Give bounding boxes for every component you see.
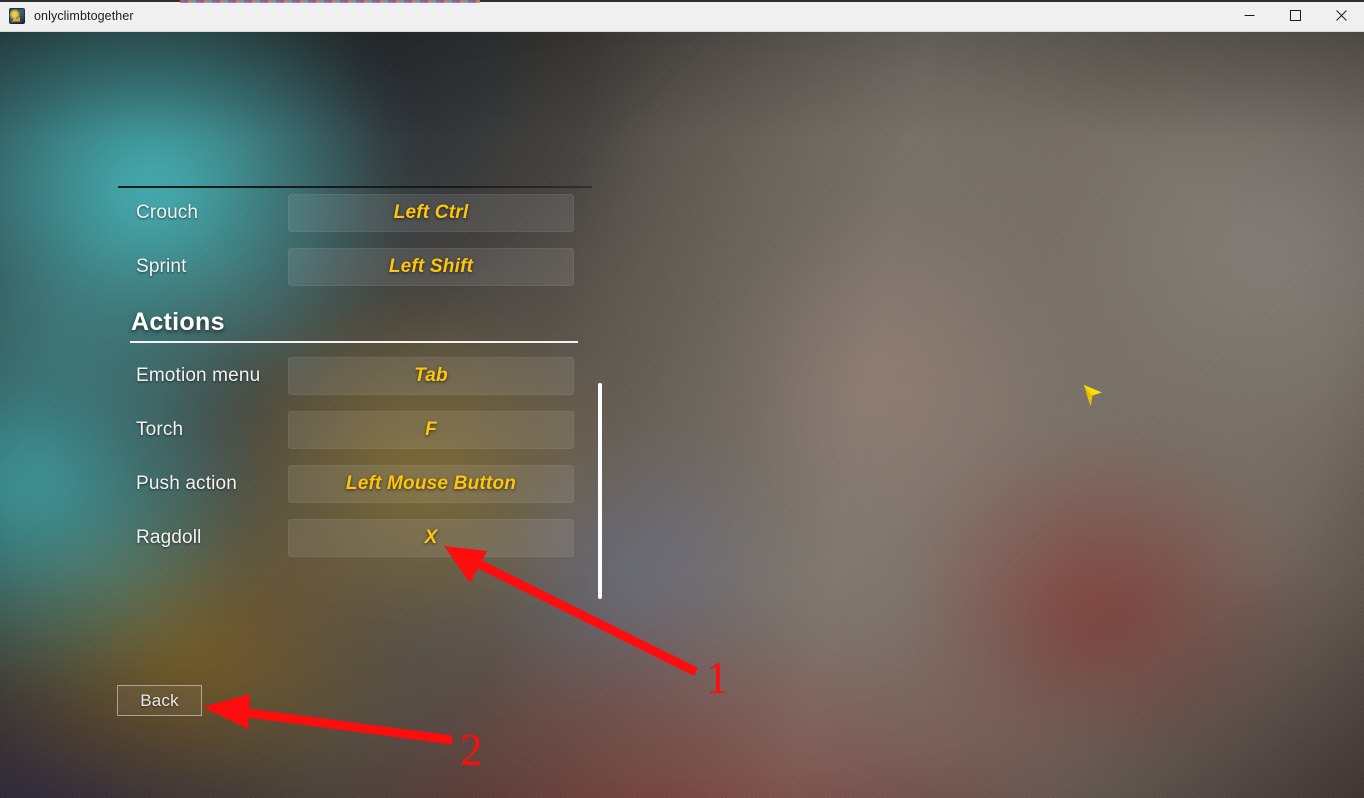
keybindings-panel: Crouch Left Ctrl Sprint Left Shift Actio… — [118, 186, 602, 599]
torch-binding-box[interactable]: F — [288, 411, 574, 449]
push-action-binding-box[interactable]: Left Mouse Button — [288, 465, 574, 503]
annotation-number-2: 2 — [460, 725, 483, 775]
section-title: Actions — [131, 308, 225, 336]
keybind-row-torch[interactable]: Torch F — [118, 403, 592, 457]
minimize-button[interactable] — [1226, 0, 1272, 31]
keybind-label: Push action — [136, 473, 237, 494]
actions-rows: Emotion menu Tab Torch F Push action Lef… — [118, 349, 592, 565]
ragdoll-binding-box[interactable]: X — [288, 519, 574, 557]
keybind-row-crouch[interactable]: Crouch Left Ctrl — [118, 186, 592, 240]
keybind-value: Left Ctrl — [393, 202, 469, 223]
keybind-label: Emotion menu — [136, 365, 261, 386]
annotation-number-1: 1 — [706, 653, 729, 703]
keybind-row-ragdoll[interactable]: Ragdoll X — [118, 511, 592, 565]
close-icon — [1335, 10, 1347, 21]
game-viewport: Crouch Left Ctrl Sprint Left Shift Actio… — [0, 31, 1364, 798]
section-divider — [130, 341, 578, 343]
keybind-value: F — [425, 419, 437, 440]
app-icon — [9, 7, 25, 24]
keybind-value: Left Mouse Button — [345, 473, 517, 494]
game-cursor-icon — [1084, 385, 1102, 406]
sprint-binding-box[interactable]: Left Shift — [288, 248, 574, 286]
keybind-value: Tab — [414, 365, 448, 386]
crouch-binding-box[interactable]: Left Ctrl — [288, 194, 574, 232]
back-button[interactable]: Back — [117, 685, 202, 716]
keybind-label: Ragdoll — [136, 527, 202, 548]
keybind-value: X — [424, 527, 438, 548]
keybind-label: Sprint — [136, 256, 187, 277]
window-title: onlyclimbtogether — [34, 8, 134, 23]
emotion-menu-binding-box[interactable]: Tab — [288, 357, 574, 395]
keybind-row-emotion-menu[interactable]: Emotion menu Tab — [118, 349, 592, 403]
keybind-label: Crouch — [136, 202, 199, 223]
actions-section-header: Actions — [118, 308, 592, 343]
window-controls — [1226, 0, 1364, 31]
background-window-strip — [180, 0, 480, 3]
close-button[interactable] — [1318, 0, 1364, 31]
minimize-icon — [1244, 15, 1254, 16]
keybind-value: Left Shift — [388, 256, 474, 277]
maximize-icon — [1289, 10, 1301, 21]
keybind-row-sprint[interactable]: Sprint Left Shift — [118, 240, 592, 294]
panel-scrollbar[interactable] — [598, 383, 602, 599]
keybind-label: Torch — [136, 419, 184, 440]
app-root: onlyclimbtogether Crouch Left Ctrl Sprin… — [0, 0, 1364, 798]
maximize-button[interactable] — [1272, 0, 1318, 31]
window-titlebar: onlyclimbtogether — [0, 0, 1364, 32]
keybind-row-push-action[interactable]: Push action Left Mouse Button — [118, 457, 592, 511]
